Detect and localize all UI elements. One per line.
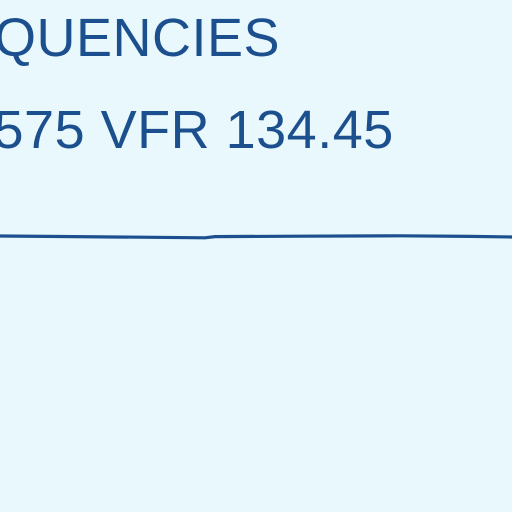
frequencies-panel: QUENCIES .575 VFR 134.45 <box>0 0 512 512</box>
divider-stroke <box>0 234 512 240</box>
section-divider-line <box>0 234 512 240</box>
frequencies-heading: QUENCIES <box>0 8 281 68</box>
frequency-line: .575 VFR 134.45 <box>0 100 394 160</box>
